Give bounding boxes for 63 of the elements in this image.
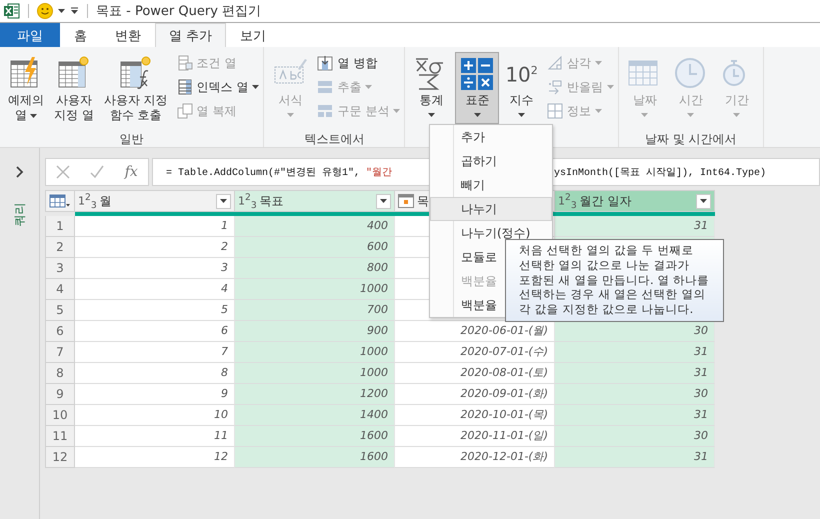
table-cell: 31 <box>555 405 715 426</box>
row-number: 6 <box>45 321 75 342</box>
table-cell: 30 <box>555 384 715 405</box>
row-number: 8 <box>45 363 75 384</box>
row-number: 5 <box>45 300 75 321</box>
table-cell: 1000 <box>235 279 395 300</box>
column-name: 목표 <box>260 192 285 210</box>
table-cell: 1000 <box>235 363 395 384</box>
row-number: 3 <box>45 258 75 279</box>
table-cell: 9 <box>75 384 235 405</box>
table-cell: 7 <box>75 342 235 363</box>
table-cell: 10 <box>75 405 235 426</box>
table-cell: 31 <box>555 363 715 384</box>
table-cell: 900 <box>235 321 395 342</box>
table-cell: 30 <box>555 426 715 447</box>
table-cell: 600 <box>235 237 395 258</box>
table-cell: 2020-06-01-(월) <box>395 321 555 342</box>
table-cell: 2020-09-01-(화) <box>395 384 555 405</box>
table-cell: 11 <box>75 426 235 447</box>
row-number: 12 <box>45 447 75 468</box>
formula-text: ysInMonth([목표 시작일]), Int64.Type) <box>554 166 766 179</box>
table-cell: 6 <box>75 321 235 342</box>
table-cell: 30 <box>555 321 715 342</box>
window-title: 목표 - Power Query 편집기 <box>96 3 262 20</box>
exponent-icon: 10$^{2}$ <box>505 53 538 93</box>
table-cell: 1600 <box>235 426 395 447</box>
table-cell: 31 <box>555 342 715 363</box>
table-cell: 31 <box>555 216 715 237</box>
table-cell: 4 <box>75 279 235 300</box>
table-cell: 3 <box>75 258 235 279</box>
table-cell: 700 <box>235 300 395 321</box>
row-number: 10 <box>45 405 75 426</box>
formula-text: = Table.AddColumn(#"변경된 유형1", "월간 <box>166 166 394 179</box>
table-cell: 8 <box>75 363 235 384</box>
row-number: 11 <box>45 426 75 447</box>
table-cell: 31 <box>555 447 715 468</box>
table-cell: 1000 <box>235 342 395 363</box>
table-cell: 800 <box>235 258 395 279</box>
table-cell: 1 <box>75 216 235 237</box>
column-name: 목 <box>417 192 429 210</box>
table-cell: 2020-10-01-(목) <box>395 405 555 426</box>
row-number: 4 <box>45 279 75 300</box>
table-cell: 2020-07-01-(수) <box>395 342 555 363</box>
table-cell: 1600 <box>235 447 395 468</box>
table-cell: 2020-11-01-(일) <box>395 426 555 447</box>
table-cell: 2 <box>75 237 235 258</box>
column-name: 월간 일자 <box>580 192 632 210</box>
table-cell: 2020-08-01-(토) <box>395 363 555 384</box>
table-cell: 2020-12-01-(화) <box>395 447 555 468</box>
table-cell: 1200 <box>235 384 395 405</box>
column-name: 월 <box>100 192 113 210</box>
row-number: 1 <box>45 216 75 237</box>
group-label: 날짜 및 시간에서 <box>644 131 737 148</box>
table-cell: 1400 <box>235 405 395 426</box>
group-label: 일반 <box>120 131 144 148</box>
table-cell: 12 <box>75 447 235 468</box>
row-number: 9 <box>45 384 75 405</box>
row-number: 7 <box>45 342 75 363</box>
table-cell: 400 <box>235 216 395 237</box>
group-label: 텍스트에서 <box>304 131 364 148</box>
row-number: 2 <box>45 237 75 258</box>
table-cell: 5 <box>75 300 235 321</box>
tooltip: 처음 선택한 열의 값을 두 번째로 선택한 열의 값으로 나눈 결과가 포함된 새 열을 만듭니다. 열 하나를 선택하는 경우 새 열은 선택한 열의 각 값을 지정한 값으로 나눕니다. <box>505 239 724 322</box>
